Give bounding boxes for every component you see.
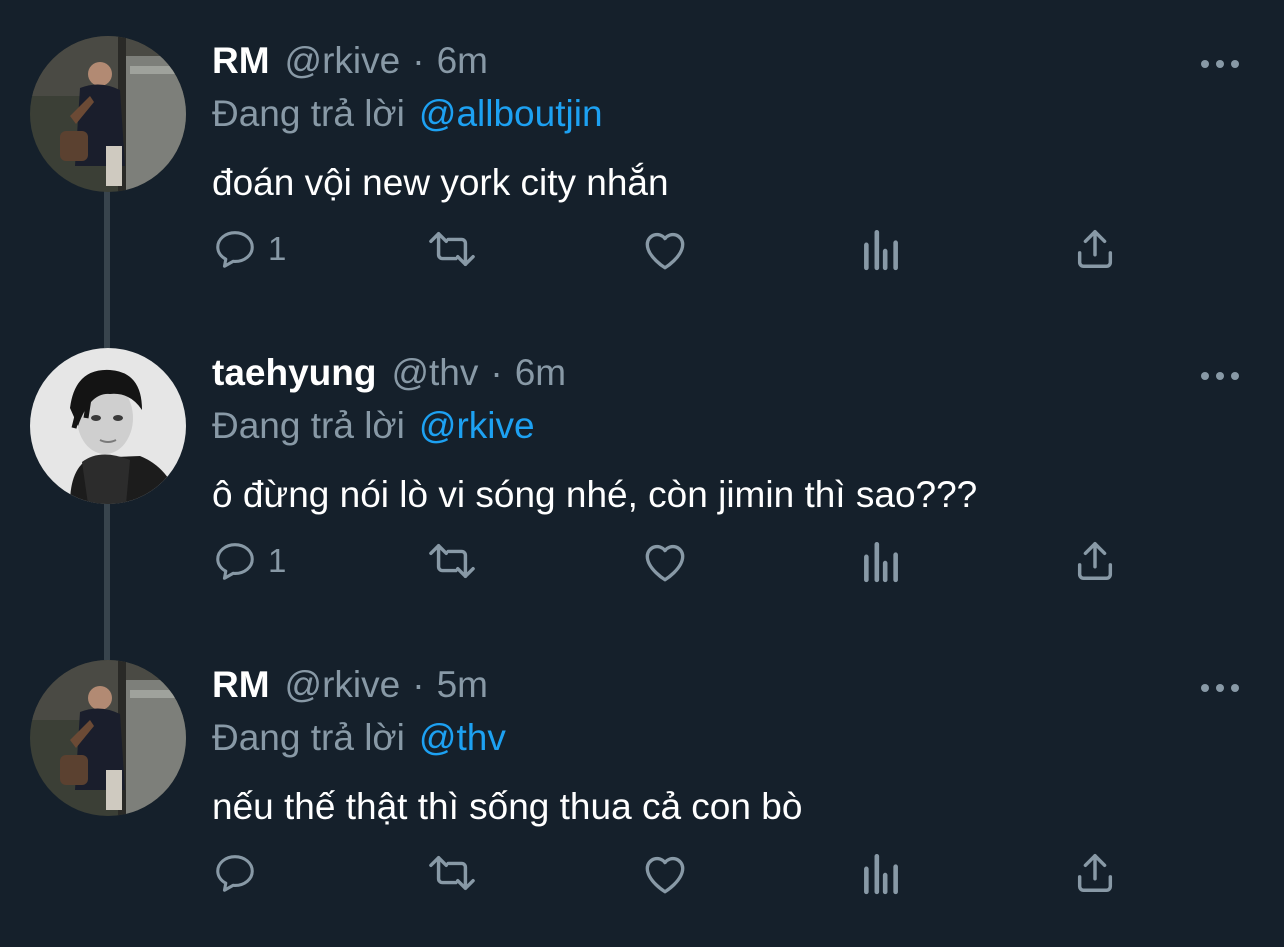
share-button[interactable] <box>1072 848 1118 898</box>
replying-prefix: Đang trả lời <box>212 405 405 446</box>
more-icon[interactable] <box>1198 366 1242 386</box>
tweet[interactable]: RM @rkive · 5m Đang trả lời @thv nếu thế … <box>0 660 1284 930</box>
timestamp[interactable]: 5m <box>437 663 488 707</box>
analytics-icon <box>864 853 898 895</box>
retweet-button[interactable] <box>424 536 480 586</box>
tweet-text: ô đừng nói lò vi sóng nhé, còn jimin thì… <box>212 474 978 515</box>
reply-count: 1 <box>268 542 287 579</box>
replying-to: Đang trả lời @allboutjin <box>212 92 603 136</box>
analytics-icon <box>864 229 898 271</box>
reply-icon <box>216 543 254 580</box>
reply-button[interactable] <box>212 848 268 898</box>
display-name[interactable]: RM <box>212 663 270 707</box>
tweet[interactable]: taehyung @thv · 6m Đang trả lời @rkive ô … <box>0 348 1284 608</box>
analytics-button[interactable] <box>860 848 902 898</box>
replying-target-link[interactable]: @rkive <box>419 405 535 446</box>
tweet-header: RM @rkive · 6m <box>212 39 488 83</box>
action-bar: 1 <box>212 224 1132 274</box>
more-icon[interactable] <box>1198 54 1242 74</box>
analytics-button[interactable] <box>860 536 902 586</box>
heart-icon <box>645 232 685 270</box>
retweet-icon <box>429 543 475 579</box>
like-button[interactable] <box>640 536 690 586</box>
timestamp[interactable]: 6m <box>437 39 488 83</box>
retweet-icon <box>429 231 475 267</box>
heart-icon <box>645 856 685 894</box>
reply-icon <box>216 855 254 892</box>
timestamp[interactable]: 6m <box>515 351 566 395</box>
replying-to: Đang trả lời @thv <box>212 716 506 760</box>
tweet-header: taehyung @thv · 6m <box>212 351 566 395</box>
tweet-text: nếu thế thật thì sống thua cả con bò <box>212 786 803 827</box>
separator: · <box>412 40 425 81</box>
share-icon <box>1077 542 1113 580</box>
avatar[interactable] <box>30 660 186 816</box>
share-icon <box>1077 230 1113 268</box>
reply-count: 1 <box>268 230 287 267</box>
retweet-icon <box>429 855 475 891</box>
share-button[interactable] <box>1072 536 1118 586</box>
replying-target-link[interactable]: @allboutjin <box>419 93 603 134</box>
analytics-icon <box>864 541 898 583</box>
reply-button[interactable]: 1 <box>212 224 286 274</box>
retweet-button[interactable] <box>424 848 480 898</box>
tweet-header: RM @rkive · 5m <box>212 663 488 707</box>
replying-prefix: Đang trả lời <box>212 93 405 134</box>
like-button[interactable] <box>640 224 690 274</box>
share-icon <box>1077 854 1113 892</box>
separator: · <box>490 352 503 393</box>
avatar[interactable] <box>30 348 186 504</box>
action-bar: 1 <box>212 536 1132 586</box>
share-button[interactable] <box>1072 224 1118 274</box>
rm-avatar-image <box>30 36 186 192</box>
heart-icon <box>645 544 685 582</box>
like-button[interactable] <box>640 848 690 898</box>
replying-to: Đang trả lời @rkive <box>212 404 535 448</box>
more-icon[interactable] <box>1198 678 1242 698</box>
taehyung-avatar-image <box>30 348 186 504</box>
separator: · <box>412 664 425 705</box>
display-name[interactable]: RM <box>212 39 270 83</box>
retweet-button[interactable] <box>424 224 480 274</box>
user-handle[interactable]: @rkive <box>285 663 401 707</box>
tweet[interactable]: RM @rkive · 6m Đang trả lời @allboutjin đ… <box>0 36 1284 296</box>
reply-icon <box>216 231 254 268</box>
avatar[interactable] <box>30 36 186 192</box>
analytics-button[interactable] <box>860 224 902 274</box>
replying-prefix: Đang trả lời <box>212 717 405 758</box>
tweet-text: đoán vội new york city nhắn <box>212 162 669 203</box>
action-bar <box>212 848 1132 898</box>
reply-button[interactable]: 1 <box>212 536 286 586</box>
user-handle[interactable]: @rkive <box>285 39 401 83</box>
user-handle[interactable]: @thv <box>391 351 478 395</box>
rm-avatar-image <box>30 660 186 816</box>
replying-target-link[interactable]: @thv <box>419 717 506 758</box>
display-name[interactable]: taehyung <box>212 351 376 395</box>
